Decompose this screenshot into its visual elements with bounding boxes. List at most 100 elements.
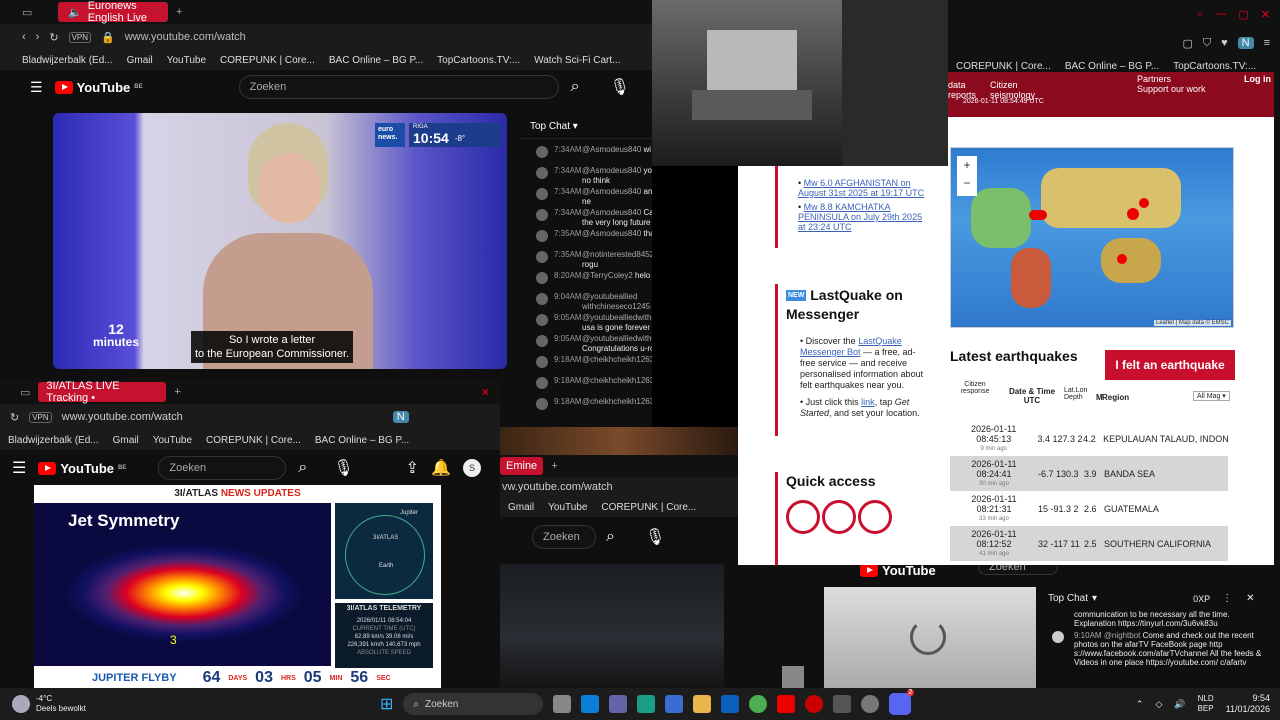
search-tabs-icon[interactable]: ⌕ — [1197, 8, 1203, 22]
chat-user[interactable]: @cheikhcheikh1263 — [582, 355, 652, 364]
bookmark-0[interactable]: Bladwijzerbalk (Ed... — [8, 435, 99, 446]
quake-marker[interactable] — [1117, 254, 1127, 264]
bookmark-1[interactable]: Gmail — [127, 55, 153, 66]
start-icon[interactable]: ⊞ — [380, 694, 393, 714]
chat-user[interactable]: @Asmodeus840 — [582, 229, 641, 238]
login-button[interactable]: Log in — [1244, 74, 1271, 84]
file-explorer-icon[interactable] — [693, 695, 712, 713]
reload-icon[interactable]: ↻ — [10, 411, 19, 424]
chat-user[interactable]: @Asmodeus840 — [582, 208, 641, 217]
edge-icon[interactable] — [637, 695, 656, 713]
quake-marker[interactable] — [1029, 210, 1047, 220]
chat-header[interactable]: Top Chat ▾ — [520, 115, 652, 139]
new-tab-button[interactable]: + — [174, 386, 180, 398]
new-tab-button[interactable]: + — [551, 460, 557, 472]
bookmark-2[interactable]: COREPUNK | Core... — [601, 502, 696, 513]
maximize-icon[interactable]: ▢ — [1238, 8, 1248, 22]
youtube-logo[interactable]: YouTube BE — [54, 80, 143, 95]
avatar[interactable] — [536, 230, 548, 242]
new-tab-button[interactable]: + — [176, 6, 182, 18]
messenger-link[interactable]: link — [861, 397, 875, 407]
table-row[interactable]: 2026-01-11 08:12:52 41 min ago 32 -117 11 2.… — [950, 526, 1228, 561]
avatar[interactable] — [536, 335, 548, 347]
dark-video[interactable] — [500, 564, 724, 688]
edge-dev-icon[interactable] — [665, 695, 684, 713]
volume-icon[interactable]: 🔊 — [1174, 699, 1185, 710]
search-input[interactable]: Zoeken — [532, 525, 596, 549]
bookmark-3[interactable]: COREPUNK | Core... — [206, 435, 301, 446]
chat-user[interactable]: @notinterested8452 — [582, 250, 652, 259]
mic-icon[interactable]: 🎙 — [333, 458, 353, 478]
bookmark-4[interactable]: BAC Online – BG P... — [329, 55, 423, 66]
close-icon[interactable]: ✕ — [481, 386, 490, 399]
bookmark-2[interactable]: YouTube — [153, 435, 192, 446]
chat-user[interactable]: @cheikhcheikh1263 — [582, 397, 652, 406]
outlook-icon[interactable] — [721, 695, 740, 713]
chrome-icon[interactable] — [749, 695, 768, 713]
share-icon[interactable]: ⇪ — [406, 458, 419, 478]
bookmark-2[interactable]: YouTube — [167, 55, 206, 66]
extension-icon[interactable]: ▢ — [1182, 37, 1192, 50]
chat-user[interactable]: @youtubeallied withchineseco1245 — [582, 292, 650, 311]
vpn-badge[interactable]: VPN — [68, 31, 92, 43]
avatar[interactable] — [536, 146, 548, 158]
calculator-icon[interactable] — [833, 695, 852, 713]
shield-icon[interactable]: ⛉ — [1203, 37, 1211, 50]
tab-atlas[interactable]: 3I/ATLAS LIVE Tracking • — [38, 380, 167, 404]
heart-icon[interactable]: ♥ — [1221, 37, 1228, 49]
avatar[interactable] — [536, 377, 548, 389]
task-view-icon[interactable] — [553, 695, 572, 713]
menu-icon[interactable]: ☰ — [30, 79, 43, 96]
mic-icon[interactable]: 🎙 — [610, 77, 630, 97]
download-icon[interactable] — [822, 500, 856, 534]
chat-user[interactable]: @cheikhcheikh1263 — [582, 376, 652, 385]
avatar[interactable] — [536, 314, 548, 326]
back-icon[interactable]: ‹ — [22, 31, 26, 43]
more-icon[interactable]: ⋮ — [1222, 593, 1232, 604]
network-icon[interactable]: ◇ — [1155, 699, 1162, 710]
minimize-icon[interactable]: — — [1215, 8, 1226, 22]
avatar[interactable] — [536, 356, 548, 368]
avatar[interactable] — [536, 251, 548, 263]
discord-icon[interactable]: 2 — [889, 689, 915, 715]
bell-icon[interactable]: 🔔 — [431, 458, 451, 478]
avatar[interactable]: S — [462, 459, 481, 477]
vpn-badge[interactable]: VPN — [29, 411, 52, 423]
search-quake-icon[interactable] — [786, 500, 820, 534]
avatar[interactable] — [536, 209, 548, 221]
search-icon[interactable]: ⌕ — [606, 528, 615, 546]
avatar[interactable] — [536, 188, 548, 200]
bookmark-6[interactable]: Watch Sci-Fi Cart... — [534, 55, 620, 66]
chat-user[interactable]: @Asmodeus840 — [582, 187, 641, 196]
mag-filter-select[interactable]: All Mag ▾ — [1193, 391, 1230, 401]
chat-user[interactable]: @youtubealliedwithchineseco1245 — [582, 334, 652, 343]
search-icon[interactable]: ⌕ — [298, 459, 307, 477]
settings-icon[interactable] — [861, 695, 880, 713]
forward-icon[interactable]: › — [36, 31, 40, 43]
bookmark-4[interactable]: BAC Online – BG P... — [315, 435, 409, 446]
close-chat-icon[interactable]: ✕ — [1246, 593, 1254, 604]
menu-icon[interactable]: ☰ — [12, 458, 26, 478]
chat-user[interactable]: @Asmodeus840 — [582, 145, 641, 154]
chevron-up-icon[interactable]: ⌃ — [1136, 699, 1144, 710]
language[interactable]: NLD BEP — [1198, 694, 1214, 714]
table-row[interactable]: 2026-01-11 08:21:31 33 min ago 15 -91.3 2 2.… — [950, 491, 1228, 526]
chat-header[interactable]: Top Chat — [1048, 593, 1088, 604]
avatar[interactable] — [536, 167, 548, 179]
bookmark-0[interactable]: COREPUNK | Core... — [956, 61, 1051, 72]
teams-icon[interactable] — [609, 695, 628, 713]
close-icon[interactable]: ✕ — [1261, 8, 1270, 22]
url-text[interactable]: www.youtube.com/watch — [125, 31, 246, 43]
profile-badge[interactable]: N — [392, 411, 409, 423]
search-input[interactable]: Zoeken — [158, 456, 287, 480]
bookmark-0[interactable]: Bladwijzerbalk (Ed... — [22, 55, 113, 66]
clock[interactable]: 9:54 11/01/2026 — [1226, 693, 1270, 715]
youtube-icon[interactable] — [777, 695, 796, 713]
url-text[interactable]: www.youtube.com/watch — [62, 411, 183, 423]
youtube-logo[interactable]: YouTube BE — [38, 461, 126, 476]
bookmark-0[interactable]: Gmail — [508, 502, 534, 513]
felt-earthquake-button[interactable]: I felt an earthquake — [1105, 350, 1235, 380]
chat-user[interactable]: @Asmodeus840 — [582, 166, 641, 175]
tab-emine[interactable]: Emine — [500, 457, 544, 475]
tab-euronews[interactable]: 🔈 Euronews English Live — [58, 0, 168, 24]
